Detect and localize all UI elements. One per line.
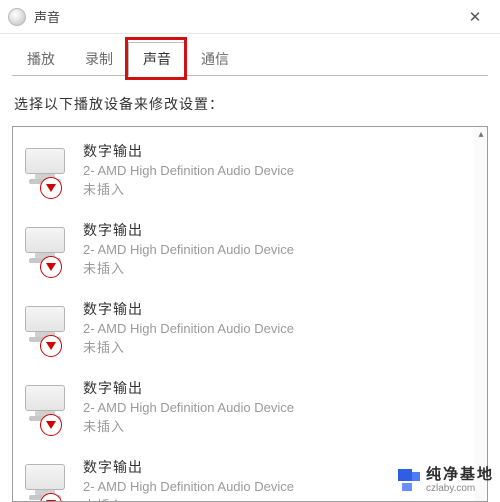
tab-playback[interactable]: 播放	[12, 42, 70, 76]
device-desc: 2- AMD High Definition Audio Device	[83, 163, 467, 178]
device-status: 未插入	[83, 258, 467, 277]
scroll-up-icon[interactable]: ▴	[475, 127, 487, 141]
unplugged-badge-icon	[40, 177, 62, 199]
device-row[interactable]: 数字输出 2- AMD High Definition Audio Device未…	[13, 368, 475, 447]
device-row[interactable]: 数字输出 2- AMD High Definition Audio Device未…	[13, 289, 475, 368]
watermark: 纯净基地 czlaby.com	[398, 467, 494, 495]
device-list: 数字输出2- AMD High Definition Audio Device未…	[12, 126, 488, 502]
device-desc: 2- AMD High Definition Audio Device	[83, 400, 467, 415]
watermark-text: 纯净基地	[426, 467, 494, 484]
device-status: 未插入	[83, 337, 467, 356]
page-body: 播放 录制 声音 通信 选择以下播放设备来修改设置： 数字输出 2- AMD Hi…	[0, 34, 500, 502]
device-name: 数字输出	[83, 220, 467, 240]
scrollbar[interactable]: ▴	[475, 127, 487, 501]
device-status: 未插入	[83, 495, 467, 501]
monitor-icon	[23, 381, 71, 429]
close-button[interactable]: ✕	[458, 8, 492, 26]
monitor-icon	[23, 302, 71, 350]
unplugged-badge-icon	[40, 414, 62, 436]
device-name: 数字输出	[83, 141, 467, 161]
instruction-text: 选择以下播放设备来修改设置：	[14, 94, 486, 114]
tab-strip: 播放 录制 声音 通信	[12, 44, 488, 76]
device-row[interactable]: 数字输出 2- AMD High Definition Audio Device未…	[13, 210, 475, 289]
watermark-url: czlaby.com	[426, 483, 494, 494]
app-icon	[8, 8, 26, 26]
titlebar: 声音 ✕	[0, 0, 500, 34]
device-row[interactable]: 数字输出 2- AMD High Definition Audio Device未…	[13, 131, 475, 210]
device-status: 未插入	[83, 416, 467, 435]
monitor-icon	[23, 460, 71, 501]
tab-recording[interactable]: 录制	[70, 42, 128, 76]
device-desc: 2- AMD High Definition Audio Device	[83, 321, 467, 336]
unplugged-badge-icon	[40, 335, 62, 357]
device-name: 数字输出	[83, 378, 467, 398]
window-title: 声音	[34, 7, 458, 26]
tab-sounds[interactable]: 声音	[128, 42, 186, 76]
unplugged-badge-icon	[40, 256, 62, 278]
watermark-logo-icon	[398, 469, 420, 491]
tab-communications[interactable]: 通信	[186, 42, 244, 76]
device-status: 未插入	[83, 179, 467, 198]
device-desc: 2- AMD High Definition Audio Device	[83, 242, 467, 257]
monitor-icon	[23, 223, 71, 271]
monitor-icon	[23, 144, 71, 192]
device-name: 数字输出	[83, 299, 467, 319]
